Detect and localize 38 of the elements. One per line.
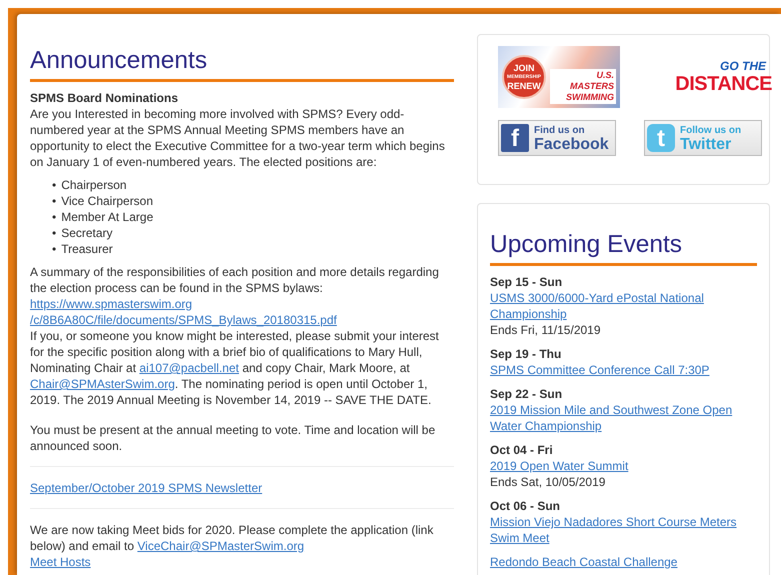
- list-item: Treasurer: [61, 241, 113, 257]
- distance-banner[interactable]: GO THE DISTANCE: [644, 46, 772, 108]
- event-link[interactable]: 2019 Open Water Summit: [490, 458, 757, 474]
- event-link[interactable]: Redondo Beach Coastal Challenge: [490, 554, 757, 570]
- bullet: •: [52, 177, 56, 193]
- paragraph: You must be present at the annual meeting to vote. Time and location will be announced soon.: [30, 422, 436, 454]
- event-link[interactable]: 2019 Mission Mile and Southwest Zone Open Water Championship: [490, 402, 757, 434]
- event-end-date: Ends Sat, 10/05/2019: [490, 474, 606, 490]
- list-item: Secretary: [61, 225, 113, 241]
- event-link[interactable]: SPMS Committee Conference Call 7:30P: [490, 362, 757, 378]
- list-item: Member At Large: [61, 209, 154, 225]
- event-link[interactable]: Mission Viejo Nadadores Short Course Meters Swim Meet: [490, 514, 757, 546]
- bullet: •: [52, 241, 56, 257]
- link[interactable]: /c/8B6A80C/file/documents/SPMS_Bylaws_20180315.pdf: [30, 312, 337, 328]
- list-item: Chairperson: [61, 177, 127, 193]
- event-link[interactable]: USMS 3000/6000-Yard ePostal National Championship: [490, 290, 757, 322]
- list-item: Vice Chairperson: [61, 193, 154, 209]
- newsletter-link[interactable]: September/October 2019 SPMS Newsletter: [30, 481, 262, 495]
- link[interactable]: ViceChair@SPMasterSwim.org: [137, 538, 304, 554]
- announcement-heading: SPMS Board Nominations: [30, 90, 180, 106]
- link[interactable]: https://www.spmasterswim.org: [30, 296, 192, 312]
- paragraph: A summary of the responsibilities of each position and more details regarding the election process can be found in the SPMS bylaws: https://www.spmasterswim.org /c/8B6A80C/file/documents/SPMS_Bylaws_20180315.pdf If you, or someone you know might be interested, please submit your interest for the specific position along with a brief bio of qualifications to Mary Hull, Nominating Chair at ai107@pacbell.net and copy Chair, Mark Moore, at Chair@SPMAsterSwim.org. The nominating period is open until October 1, 2019. The 2019 Annual Meeting is November 14, 2019 -- SAVE THE DATE.: [30, 264, 440, 408]
- section-title: Upcoming Events: [490, 204, 757, 266]
- event-date: Sep 19 - Thu: [490, 346, 562, 362]
- paragraph: We are now taking Meet bids for 2020. Please complete the application (link below) and email to ViceChair@SPMasterSwim.org Meet Hosts: [30, 522, 434, 570]
- bullet: •: [52, 193, 56, 209]
- event-date: Oct 04 - Fri: [490, 442, 554, 458]
- section-title: Announcements: [30, 14, 454, 82]
- link[interactable]: Meet Hosts: [30, 554, 91, 570]
- bullet: •: [52, 225, 56, 241]
- paragraph: Are you Interested in becoming more involved with SPMS? Every odd-numbered year at the SPMS Annual Meeting SPMS members have an opportunity to elect the Executive Committee for a two-year term which begins on January 1 of even-numbered years. The elected positions are:: [30, 106, 446, 170]
- event-date: Sep 15 - Sun: [490, 274, 564, 290]
- event-date: Oct 06 - Sun: [490, 498, 562, 514]
- event-end-date: Ends Fri, 11/15/2019: [490, 322, 602, 338]
- link[interactable]: ai107@pacbell.net: [139, 360, 239, 376]
- event-date: Sep 22 - Sun: [490, 386, 564, 402]
- link[interactable]: Chair@SPMAsterSwim.org: [30, 376, 175, 392]
- bullet: •: [52, 209, 56, 225]
